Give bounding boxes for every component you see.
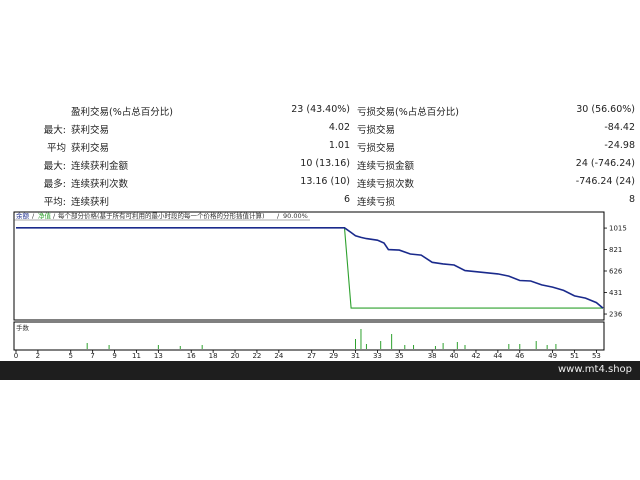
bottom-blank-area — [0, 380, 640, 480]
top-blank-area — [0, 0, 640, 100]
x-tick-label: 38 — [428, 352, 437, 360]
volume-panel-frame — [13, 321, 605, 351]
stats-label-right: 连续亏损金额 — [357, 161, 415, 172]
x-tick-label: 0 — [14, 352, 18, 360]
x-tick-label: 7 — [90, 352, 94, 360]
stats-value-left: 23 (43.40%) — [291, 104, 350, 115]
x-tick-label: 40 — [450, 352, 459, 360]
footer-bar: www.mt4.shop — [0, 361, 640, 380]
x-tick-label: 46 — [515, 352, 524, 360]
legend-equity: 净值 — [38, 211, 52, 220]
x-tick-label: 44 — [493, 352, 502, 360]
x-tick-label: 35 — [395, 352, 404, 360]
legend-description: 每个部分价格(基于所有可利用的最小时段的每一个价格的分形插值计算) — [58, 211, 265, 220]
stats-label-left: 连续获利次数 — [71, 179, 129, 190]
stats-value-left: 10 (13.16) — [300, 158, 350, 169]
stats-label-right: 亏损交易(%占总百分比) — [357, 107, 459, 118]
stats-label-right: 亏损交易 — [357, 143, 396, 154]
x-tick-label: 13 — [154, 352, 163, 360]
x-tick-label: 9 — [112, 352, 116, 360]
stats-value-left: 13.16 (10) — [300, 176, 350, 187]
x-tick-label: 2 — [36, 352, 40, 360]
y-tick-label: 431 — [609, 289, 622, 297]
legend-percent: 90.00% — [283, 212, 308, 220]
stats-label-left: 盈利交易(%占总百分比) — [71, 107, 173, 118]
stats-row: 最多: 连续获利次数 13.16 (10) 连续亏损次数 -746.24 (24) — [0, 174, 640, 192]
stats-label-left: 连续获利 — [71, 197, 110, 208]
stats-value-right: 24 (-746.24) — [575, 158, 635, 169]
stats-row: 最大: 获利交易 4.02 亏损交易 -84.42 — [0, 120, 640, 138]
stats-value-left: 6 — [343, 194, 350, 205]
stats-row: 盈利交易(%占总百分比) 23 (43.40%) 亏损交易(%占总百分比) 30 (5… — [0, 102, 640, 120]
stats-prefix: 最大: — [43, 125, 66, 136]
stats-label-right: 连续亏损次数 — [357, 179, 415, 190]
x-tick-label: 11 — [132, 352, 141, 360]
x-tick-label: 33 — [373, 352, 382, 360]
stats-value-right: 8 — [628, 194, 635, 205]
x-tick-label: 31 — [351, 352, 360, 360]
x-tick-label: 42 — [472, 352, 481, 360]
stats-label-left: 连续获利金额 — [71, 161, 129, 172]
x-tick-label: 24 — [274, 352, 283, 360]
stats-value-right: 30 (56.60%) — [576, 104, 635, 115]
stats-prefix: 平均: — [43, 197, 66, 208]
stats-value-left: 1.01 — [328, 140, 350, 151]
y-tick-label: 821 — [609, 246, 622, 254]
legend-balance: 余额 — [16, 211, 30, 220]
stats-row: 平均: 连续获利 6 连续亏损 8 — [0, 192, 640, 210]
y-tick-label: 626 — [609, 267, 623, 275]
x-tick-label: 16 — [187, 352, 196, 360]
stats-value-left: 4.02 — [328, 122, 350, 133]
stats-label-right: 亏损交易 — [357, 125, 396, 136]
x-tick-label: 49 — [548, 352, 557, 360]
y-axis: 1015 821 626 431 236 — [604, 225, 627, 319]
stats-prefix: 平均 — [46, 143, 66, 154]
statistics-panel: 盈利交易(%占总百分比) 23 (43.40%) 亏损交易(%占总百分比) 30 (5… — [0, 100, 640, 208]
stats-label-left: 获利交易 — [71, 143, 110, 154]
stats-prefix: 最多: — [43, 179, 66, 190]
chart-svg: 余额 / 净值 / 每个部分价格(基于所有可利用的最小时段的每一个价格的分形插值… — [13, 211, 627, 360]
stats-value-right: -24.98 — [604, 140, 635, 151]
stats-label-left: 获利交易 — [71, 125, 110, 136]
x-tick-label: 51 — [570, 352, 579, 360]
x-tick-label: 29 — [329, 352, 338, 360]
x-axis: 0 2 5 7 9 11 13 16 18 20 22 24 27 29 31 33 35 38 40 42 44 46 4… — [14, 350, 601, 360]
stats-label-right: 连续亏损 — [357, 197, 396, 208]
volume-label: 手数 — [16, 323, 30, 332]
stats-prefix: 最大: — [43, 161, 66, 172]
balance-chart: 余额 / 净值 / 每个部分价格(基于所有可利用的最小时段的每一个价格的分形插值… — [0, 210, 640, 360]
stats-row: 最大: 连续获利金额 10 (13.16) 连续亏损金额 24 (-746.24) — [0, 156, 640, 174]
stats-value-right: -84.42 — [604, 122, 635, 133]
x-tick-label: 22 — [252, 352, 261, 360]
y-tick-label: 236 — [609, 311, 623, 319]
x-tick-label: 18 — [209, 352, 218, 360]
y-tick-label: 1015 — [609, 225, 627, 233]
x-tick-label: 27 — [307, 352, 316, 360]
x-tick-label: 20 — [231, 352, 240, 360]
stats-row: 平均 获利交易 1.01 亏损交易 -24.98 — [0, 138, 640, 156]
x-tick-label: 53 — [592, 352, 601, 360]
chart-legend: 余额 / 净值 / 每个部分价格(基于所有可利用的最小时段的每一个价格的分形插值… — [16, 211, 308, 220]
x-tick-label: 5 — [69, 352, 73, 360]
footer-brand: www.mt4.shop — [557, 364, 632, 375]
stats-value-right: -746.24 (24) — [575, 176, 635, 187]
